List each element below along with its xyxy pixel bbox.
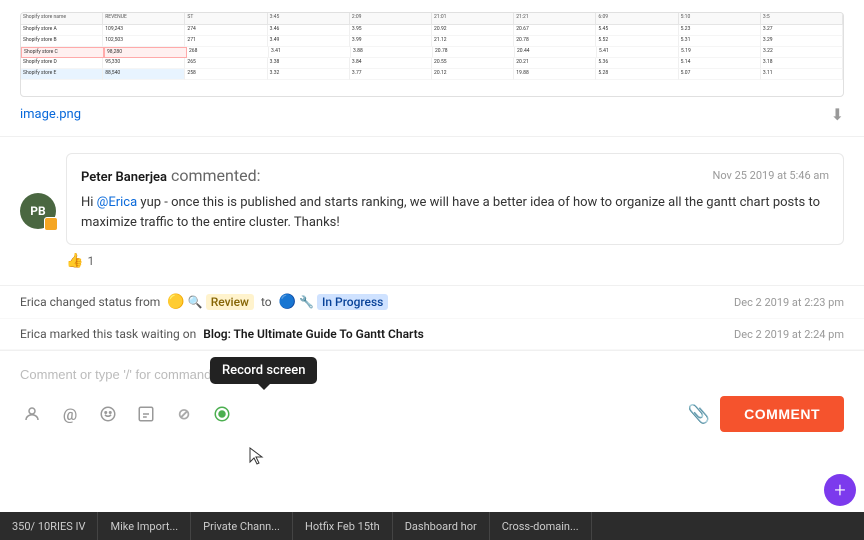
status-row-2: Erica marked this task waiting on Blog: … [0,319,864,350]
smile-icon[interactable] [134,402,158,426]
taskbar-item-2[interactable]: Private Chann... [191,512,293,540]
fab-button[interactable]: + [824,474,856,506]
image-thumbnail: Shopify store name REVENUE ST 3:45 2:09 … [20,12,844,97]
avatar: PB [20,193,56,229]
taskbar: 350/ 10RIES IV Mike Import... Private Ch… [0,512,864,540]
waiting-on-link[interactable]: Blog: The Ultimate Guide To Gantt Charts [203,327,424,341]
status-timestamp-2: Dec 2 2019 at 2:24 pm [734,328,844,341]
image-filename[interactable]: image.png [20,107,81,122]
record-screen-tooltip: Record screen [210,357,317,384]
taskbar-item-0[interactable]: 350/ 10RIES IV [0,512,98,540]
emoji-icon[interactable] [96,402,120,426]
toolbar-right: 📎 COMMENT [688,396,844,432]
cursor [246,446,266,466]
comment-text: Hi @Erica yup - once this is published a… [81,193,829,232]
slash-command-icon[interactable]: ⊘ [172,402,196,426]
in-progress-badge: In Progress [317,294,388,310]
taskbar-item-3[interactable]: Hotfix Feb 15th [293,512,393,540]
like-section: 👍 1 [66,253,844,269]
like-icon[interactable]: 👍 [66,253,83,269]
status-text-2: Erica marked this task waiting on Blog: … [20,327,424,341]
status-text-1: Erica changed status from 🟡 🔍 Review to … [20,294,392,310]
comment-button[interactable]: COMMENT [720,396,844,432]
download-icon[interactable]: ⬇ [831,105,844,124]
avatar-badge [44,217,58,231]
comment-timestamp: Nov 25 2019 at 5:46 am [712,169,829,182]
attach-icon[interactable]: 📎 [688,404,710,425]
record-screen-icon[interactable] [210,402,234,426]
mention[interactable]: @Erica [97,195,138,210]
status-timestamp-1: Dec 2 2019 at 2:23 pm [734,296,844,309]
comment-input-area: @ ⊘ [0,350,864,444]
image-footer: image.png ⬇ [20,105,844,124]
like-count: 1 [87,254,94,268]
comment-section: PB Peter Banerjea commented: Nov 25 2019… [0,137,864,286]
at-icon[interactable]: @ [58,402,82,426]
comment-input[interactable] [20,361,844,388]
comment-header: PB Peter Banerjea commented: Nov 25 2019… [20,153,844,269]
image-section: Shopify store name REVENUE ST 3:45 2:09 … [0,0,864,137]
taskbar-item-5[interactable]: Cross-domain... [490,512,592,540]
main-container: Shopify store name REVENUE ST 3:45 2:09 … [0,0,864,540]
comment-action: commented: [171,166,261,185]
commenter-name: Peter Banerjea [81,170,167,185]
avatar-initials: PB [30,204,45,218]
review-badge: Review [206,294,254,310]
status-row-1: Erica changed status from 🟡 🔍 Review to … [0,286,864,319]
person-icon[interactable] [20,402,44,426]
comment-meta: Peter Banerjea commented: Nov 25 2019 at… [81,166,829,185]
comment-toolbar: @ ⊘ [20,388,844,436]
taskbar-item-4[interactable]: Dashboard hor [393,512,490,540]
taskbar-item-1[interactable]: Mike Import... [98,512,191,540]
toolbar-left: @ ⊘ [20,402,234,426]
comment-body: Peter Banerjea commented: Nov 25 2019 at… [66,153,844,245]
